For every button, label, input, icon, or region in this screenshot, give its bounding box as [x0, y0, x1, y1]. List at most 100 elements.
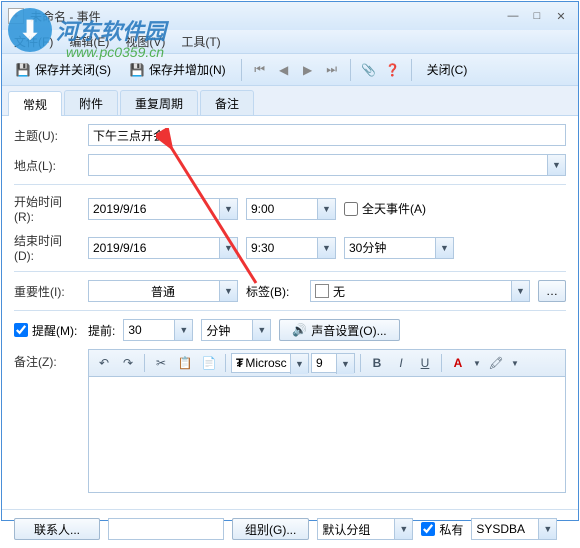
save-icon: 💾 [15, 62, 31, 78]
redo-button[interactable]: ↷ [117, 352, 139, 374]
undo-button[interactable]: ↶ [93, 352, 115, 374]
allday-input[interactable] [344, 202, 358, 216]
font-name: Microsc [245, 356, 286, 370]
save-add-label: 保存并增加(N) [149, 61, 226, 78]
private-input[interactable] [421, 522, 435, 536]
nav-prev-button[interactable]: ◀ [274, 60, 294, 80]
paste-button[interactable]: 📄 [198, 352, 220, 374]
save-add-button[interactable]: 💾 保存并增加(N) [122, 57, 233, 82]
nav-first-button[interactable]: ⏮ [250, 60, 270, 80]
end-date-value: 2019/9/16 [93, 241, 146, 255]
start-date-combo[interactable]: 2019/9/16 ▼ [88, 198, 238, 220]
importance-label: 重要性(I): [14, 283, 80, 300]
reminder-value: 30 [128, 323, 141, 337]
chevron-down-icon[interactable]: ▼ [219, 281, 237, 301]
attachment-button[interactable]: 📎 [359, 60, 379, 80]
minimize-button[interactable]: — [502, 7, 524, 25]
reminder-checkbox[interactable]: 提醒(M): [14, 322, 80, 339]
importance-combo[interactable]: 普通 ▼ [88, 280, 238, 302]
chevron-down-icon[interactable]: ▼ [219, 238, 237, 258]
tab-attachment[interactable]: 附件 [64, 90, 118, 115]
reminder-unit-combo[interactable]: 分钟 ▼ [201, 319, 271, 341]
end-time-combo[interactable]: 9:30 ▼ [246, 237, 336, 259]
tag-more-button[interactable]: … [538, 280, 566, 302]
menu-file[interactable]: 文件(F) [6, 31, 61, 52]
start-time-combo[interactable]: 9:00 ▼ [246, 198, 336, 220]
close-button[interactable]: 关闭(C) [420, 57, 475, 82]
chevron-down-icon[interactable]: ▼ [317, 238, 335, 258]
start-date-value: 2019/9/16 [93, 202, 146, 216]
tab-notes[interactable]: 备注 [200, 90, 254, 115]
chevron-down-icon[interactable]: ▼ [394, 519, 412, 539]
save-close-button[interactable]: 💾 保存并关闭(S) [8, 57, 118, 82]
allday-checkbox[interactable]: 全天事件(A) [344, 200, 426, 217]
nav-last-button[interactable]: ⏭ [322, 60, 342, 80]
close-label: 关闭(C) [427, 61, 468, 78]
duration-value: 30分钟 [349, 239, 386, 256]
contacts-button[interactable]: 联系人... [14, 518, 100, 540]
chevron-down-icon[interactable]: ▼ [174, 320, 192, 340]
end-date-combo[interactable]: 2019/9/16 ▼ [88, 237, 238, 259]
tab-general[interactable]: 常规 [8, 91, 62, 116]
owner-combo[interactable]: SYSDBA ▼ [471, 518, 557, 540]
private-checkbox[interactable]: 私有 [421, 521, 463, 538]
reminder-before-label: 提前: [88, 322, 115, 339]
chevron-down-icon[interactable]: ▼ [252, 320, 270, 340]
italic-button[interactable]: I [390, 352, 412, 374]
font-color-button[interactable]: A [447, 352, 469, 374]
group-combo[interactable]: 默认分组 ▼ [317, 518, 413, 540]
reminder-value-combo[interactable]: 30 ▼ [123, 319, 193, 341]
tabs: 常规 附件 重复周期 备注 [2, 86, 578, 116]
close-window-button[interactable]: ✕ [550, 7, 572, 25]
font-color-drop[interactable]: ▼ [471, 352, 483, 374]
highlight-drop[interactable]: ▼ [509, 352, 521, 374]
chevron-down-icon[interactable]: ▼ [290, 354, 308, 374]
location-label: 地点(L): [14, 157, 80, 174]
menu-tool[interactable]: 工具(T) [173, 31, 228, 52]
group-value: 默认分组 [322, 521, 370, 538]
location-combo[interactable]: ▼ [88, 154, 566, 176]
chevron-down-icon[interactable]: ▼ [547, 155, 565, 175]
owner-value: SYSDBA [476, 522, 525, 536]
editor-wrap: ↶ ↷ ✂ 📋 📄 ₮ Microsc ▼ 9 ▼ [88, 349, 566, 493]
app-icon: ✦ [8, 8, 24, 24]
chevron-down-icon[interactable]: ▼ [317, 199, 335, 219]
tab-recurrence[interactable]: 重复周期 [120, 90, 198, 115]
duration-combo[interactable]: 30分钟 ▼ [344, 237, 454, 259]
cut-button[interactable]: ✂ [150, 352, 172, 374]
tag-label: 标签(B): [246, 283, 302, 300]
underline-button[interactable]: U [414, 352, 436, 374]
sound-settings-button[interactable]: 🔊 声音设置(O)... [279, 319, 399, 341]
reminder-input[interactable] [14, 323, 28, 337]
chevron-down-icon[interactable]: ▼ [435, 238, 453, 258]
menu-edit[interactable]: 编辑(E) [61, 31, 117, 52]
maximize-button[interactable]: □ [526, 7, 548, 25]
contacts-input[interactable] [108, 518, 224, 540]
tag-combo[interactable]: 无 ▼ [310, 280, 530, 302]
menu-view[interactable]: 视图(V) [117, 31, 173, 52]
memo-textarea[interactable] [88, 377, 566, 493]
bold-button[interactable]: B [366, 352, 388, 374]
color-swatch [315, 284, 329, 298]
allday-label: 全天事件(A) [362, 200, 426, 217]
sound-label: 声音设置(O)... [311, 322, 386, 339]
copy-button[interactable]: 📋 [174, 352, 196, 374]
subject-input[interactable] [88, 124, 566, 146]
window-controls: — □ ✕ [502, 7, 572, 25]
chevron-down-icon[interactable]: ▼ [538, 519, 556, 539]
chevron-down-icon[interactable]: ▼ [219, 199, 237, 219]
memo-label: 备注(Z): [14, 349, 80, 370]
help-button[interactable]: ❓ [383, 60, 403, 80]
importance-value: 普通 [151, 283, 175, 300]
font-size-combo[interactable]: 9 ▼ [311, 353, 355, 373]
separator [350, 59, 351, 81]
font-size: 9 [316, 356, 323, 370]
highlight-button[interactable]: 🖍 [485, 352, 507, 374]
chevron-down-icon[interactable]: ▼ [336, 354, 354, 374]
separator [241, 59, 242, 81]
content-panel: 主题(U): 地点(L): ▼ 开始时间(R): 2019/9/16 ▼ 9:0… [2, 116, 578, 509]
font-name-combo[interactable]: ₮ Microsc ▼ [231, 353, 309, 373]
chevron-down-icon[interactable]: ▼ [511, 281, 529, 301]
nav-next-button[interactable]: ▶ [298, 60, 318, 80]
group-button[interactable]: 组别(G)... [232, 518, 309, 540]
